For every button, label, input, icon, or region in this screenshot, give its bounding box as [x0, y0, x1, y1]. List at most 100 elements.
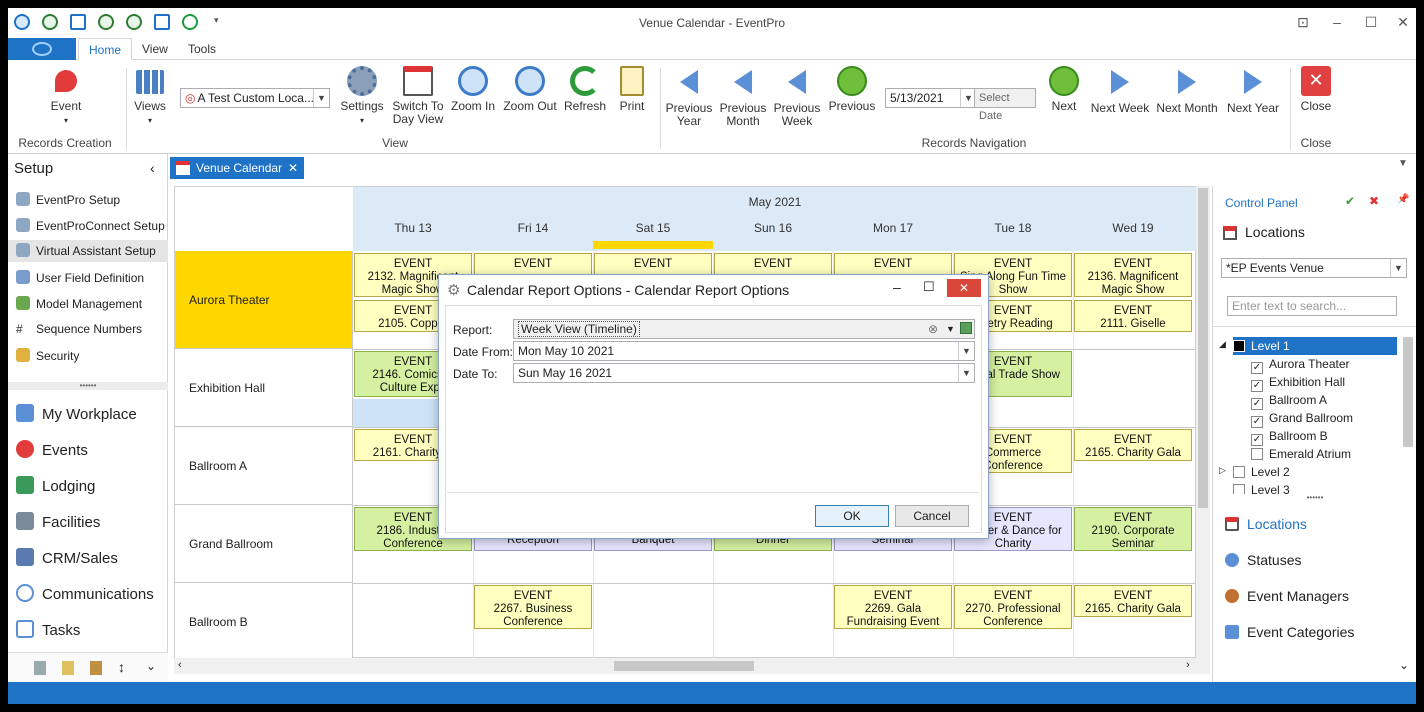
rp-nav-event-categories[interactable]: Event Categories: [1225, 624, 1354, 640]
zoom-out-button[interactable]: Zoom Out: [502, 66, 558, 113]
setup-item-sequence-numbers[interactable]: # Sequence Numbers: [16, 322, 142, 336]
tree-item-aurora[interactable]: ✓ Aurora Theater: [1251, 357, 1350, 374]
tree-expand-icon[interactable]: ◢: [1219, 339, 1226, 350]
clear-icon[interactable]: ⊗: [928, 320, 938, 338]
next-year-button[interactable]: Next Year: [1222, 66, 1284, 115]
rp-nav-statuses[interactable]: Statuses: [1225, 552, 1301, 568]
scrollbar-thumb[interactable]: [1198, 188, 1208, 508]
check-icon[interactable]: ✔: [1345, 194, 1355, 208]
checkbox[interactable]: [1233, 340, 1245, 352]
tree-item-exhibition[interactable]: ✓ Exhibition Hall: [1251, 375, 1345, 392]
report-lookup-icon[interactable]: [960, 322, 972, 334]
day-header[interactable]: Wed 19: [1073, 221, 1193, 235]
nav-facilities[interactable]: Facilities: [16, 512, 100, 531]
setup-item-model-management[interactable]: Model Management: [16, 296, 142, 311]
previous-button[interactable]: Previous: [826, 66, 878, 113]
scroll-left-icon[interactable]: ‹: [178, 659, 182, 671]
day-header[interactable]: Fri 14: [473, 221, 593, 235]
day-header[interactable]: Mon 17: [833, 221, 953, 235]
splitter-handle[interactable]: ••••••: [8, 382, 168, 390]
venue-row-label[interactable]: Exhibition Hall: [175, 349, 353, 427]
next-month-button[interactable]: Next Month: [1154, 66, 1220, 115]
splitter-handle[interactable]: ••••••: [1213, 494, 1416, 502]
next-button[interactable]: Next: [1042, 66, 1086, 113]
checkbox[interactable]: [1233, 484, 1245, 494]
print-button[interactable]: Print: [612, 66, 652, 113]
day-header[interactable]: Sun 16: [713, 221, 833, 235]
pin-window-icon[interactable]: ⊡: [1292, 12, 1314, 32]
location-search-input[interactable]: Enter text to search...: [1227, 296, 1397, 316]
close-button[interactable]: ✕: [947, 279, 981, 297]
event-block[interactable]: EVENT 2269. Gala Fundraising Event: [834, 585, 952, 629]
nav-events[interactable]: Events: [16, 440, 88, 459]
checkbox-checked[interactable]: ✓: [1251, 416, 1263, 428]
event-block[interactable]: EVENT 2165. Charity Gala: [1074, 585, 1192, 617]
tree-item-ballroom-a[interactable]: ✓ Ballroom A: [1251, 393, 1327, 410]
sort-icon[interactable]: ↕: [118, 659, 125, 675]
notes-icon[interactable]: [62, 661, 74, 675]
files-icon[interactable]: [90, 661, 102, 675]
cancel-button[interactable]: Cancel: [895, 505, 969, 527]
chevron-down-icon[interactable]: ⌄: [146, 659, 156, 673]
select-date-button[interactable]: Select Date: [974, 88, 1036, 122]
event-block[interactable]: EVENT 2165. Charity Gala: [1074, 429, 1192, 461]
tree-item-level-3[interactable]: Level 3: [1233, 483, 1290, 494]
tree-expand-icon[interactable]: ▷: [1219, 465, 1226, 476]
settings-button[interactable]: Settings ▾: [338, 66, 386, 127]
setup-item-user-field[interactable]: User Field Definition: [16, 270, 144, 285]
checkbox-checked[interactable]: ✓: [1251, 398, 1263, 410]
ok-button[interactable]: OK: [815, 505, 889, 527]
event-button[interactable]: Event ▾: [42, 66, 90, 127]
tab-tools[interactable]: Tools: [178, 38, 226, 60]
chevron-down-icon[interactable]: ▼: [958, 364, 974, 382]
previous-week-button[interactable]: Previous Week: [772, 66, 822, 128]
tab-view[interactable]: View: [132, 38, 178, 60]
chevron-down-icon[interactable]: ⌄: [1399, 658, 1409, 672]
minimize-button[interactable]: –: [1326, 12, 1348, 32]
views-button[interactable]: Views ▾: [130, 70, 170, 127]
chevron-down-icon[interactable]: ▼: [946, 320, 955, 338]
calculator-icon[interactable]: [34, 661, 46, 675]
date-from-picker[interactable]: Mon May 10 2021 ▼: [513, 341, 975, 361]
checkbox[interactable]: [1251, 448, 1263, 460]
venue-row-label[interactable]: Aurora Theater: [175, 251, 353, 349]
minimize-button[interactable]: –: [893, 279, 901, 295]
tab-home[interactable]: Home: [78, 38, 133, 60]
event-block[interactable]: EVENT 2111. Giselle: [1074, 300, 1192, 332]
checkbox-checked[interactable]: ✓: [1251, 380, 1263, 392]
refresh-button[interactable]: Refresh: [562, 66, 608, 113]
event-block[interactable]: EVENT 2190. Corporate Seminar: [1074, 507, 1192, 551]
switch-to-day-view-button[interactable]: Switch To Day View: [392, 66, 444, 126]
rp-nav-event-managers[interactable]: Event Managers: [1225, 588, 1349, 604]
nav-lodging[interactable]: Lodging: [16, 476, 95, 495]
chevron-down-icon[interactable]: ▼: [958, 342, 974, 360]
event-block[interactable]: EVENT 2270. Professional Conference: [954, 585, 1072, 629]
previous-year-button[interactable]: Previous Year: [664, 66, 714, 128]
tab-venue-calendar[interactable]: Venue Calendar ✕: [170, 157, 304, 179]
pin-icon[interactable]: 📌: [1397, 194, 1409, 205]
previous-month-button[interactable]: Previous Month: [718, 66, 768, 128]
tree-item-level-1[interactable]: Level 1: [1233, 339, 1290, 353]
day-header[interactable]: Sat 15: [593, 221, 713, 235]
scrollbar-thumb[interactable]: [614, 661, 754, 671]
event-block[interactable]: EVENT 2136. Magnificent Magic Show: [1074, 253, 1192, 297]
venue-row-label[interactable]: Ballroom B: [175, 583, 353, 661]
tree-item-grand-ballroom[interactable]: ✓ Grand Ballroom: [1251, 411, 1353, 428]
day-header[interactable]: Thu 13: [353, 221, 473, 235]
file-menu-button[interactable]: [8, 38, 76, 60]
zoom-in-button[interactable]: Zoom In: [448, 66, 498, 113]
view-select[interactable]: ◎ A Test Custom Loca... ▼: [180, 88, 330, 108]
chevron-down-icon[interactable]: ▼: [1390, 259, 1406, 277]
checkbox-checked[interactable]: ✓: [1251, 362, 1263, 374]
nav-tasks[interactable]: Tasks: [16, 620, 80, 639]
close-button[interactable]: ✕ Close: [1294, 66, 1338, 113]
tree-scrollbar-thumb[interactable]: [1403, 337, 1413, 447]
clear-icon[interactable]: ✖: [1369, 194, 1379, 208]
chevron-down-icon[interactable]: ▼: [1398, 158, 1408, 169]
report-select[interactable]: Week View (Timeline) ⊗ ▼: [513, 319, 975, 339]
venue-select[interactable]: *EP Events Venue ▼: [1221, 258, 1407, 278]
checkbox[interactable]: [1233, 466, 1245, 478]
nav-communications[interactable]: Communications: [16, 584, 154, 603]
setup-item-virtual-assistant[interactable]: Virtual Assistant Setup: [8, 240, 168, 262]
setup-item-eventpro[interactable]: EventPro Setup: [16, 192, 120, 207]
